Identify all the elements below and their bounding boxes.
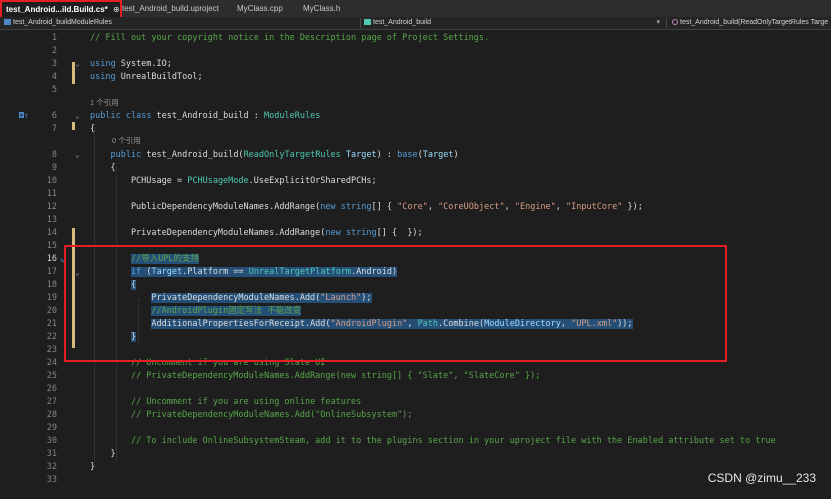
line-number: 9 xyxy=(51,163,57,173)
line-number: 6 xyxy=(51,111,57,121)
line-number: 7 xyxy=(51,124,57,134)
line-number: 10 xyxy=(46,176,57,186)
code-line[interactable]: 3 using System.IO; xyxy=(0,58,831,71)
code-line[interactable]: 11 xyxy=(0,188,831,201)
watermark: CSDN @zimu__233 xyxy=(707,471,816,485)
code-line[interactable]: 5 xyxy=(0,84,831,97)
file-dropdown-label: test_Android_buildModuleRules xyxy=(13,19,112,26)
code-line[interactable]: 8 public test_Android_build(ReadOnlyTarg… xyxy=(0,149,831,162)
codelens-references[interactable]: 1 个引用 xyxy=(90,96,119,109)
code-line[interactable]: 27 // Uncomment if you are using online … xyxy=(0,396,831,409)
line-number: 26 xyxy=(46,384,57,394)
line-number: 18 xyxy=(46,280,57,290)
line-number: 20 xyxy=(46,306,57,316)
line-number: 33 xyxy=(46,475,57,485)
code-text: PublicDependencyModuleNames.AddRange(new… xyxy=(90,202,643,212)
navigation-bar: test_Android_buildModuleRules test_Andro… xyxy=(0,17,831,30)
project-dropdown[interactable]: test_Android_build ▾ xyxy=(364,17,664,29)
code-line[interactable]: 32} xyxy=(0,461,831,474)
code-line[interactable]: 30 // To include OnlineSubsystemSteam, a… xyxy=(0,435,831,448)
code-text: // PrivateDependencyModuleNames.AddRange… xyxy=(130,371,541,381)
member-dropdown[interactable]: test_Android_build(ReadOnlyTargetRules T… xyxy=(672,17,831,29)
line-number: 11 xyxy=(46,189,57,199)
code-line[interactable]: 26 xyxy=(0,383,831,396)
code-line[interactable]: 13 xyxy=(0,214,831,227)
project-dropdown-label: test_Android_build xyxy=(373,19,431,26)
code-text: // PrivateDependencyModuleNames.Add("Onl… xyxy=(130,410,413,420)
line-number: 13 xyxy=(46,215,57,225)
tab-myclass-h[interactable]: MyClass.h xyxy=(303,0,363,17)
code-line[interactable]: 7{ xyxy=(0,123,831,136)
code-line[interactable]: 10 PCHUsage = PCHUsageMode.UseExplicitOr… xyxy=(0,175,831,188)
code-line[interactable]: 1 // Fill out your copyright notice in th… xyxy=(0,32,831,45)
code-highlight-box xyxy=(64,245,727,362)
tab-strip: test_Android...ild.Build.cs* ⊕ ✕ test_An… xyxy=(0,0,831,29)
line-number: 23 xyxy=(46,345,57,355)
tab-uproject[interactable]: test_Android_build.uproject xyxy=(122,0,227,17)
code-text: // Uncomment if you are using online fea… xyxy=(130,397,362,407)
code-text: { xyxy=(90,124,96,134)
code-text: public test_Android_build(ReadOnlyTarget… xyxy=(110,150,459,160)
line-number: 15 xyxy=(46,241,57,251)
line-number: 32 xyxy=(46,462,57,472)
line-number: 21 xyxy=(46,319,57,329)
class-icon xyxy=(364,19,371,25)
line-number: 17 xyxy=(46,267,57,277)
code-line[interactable]: 31 } xyxy=(0,448,831,461)
tab-myclass-cpp-label: MyClass.cpp xyxy=(237,4,283,13)
code-line[interactable]: 9 { xyxy=(0,162,831,175)
code-text: } xyxy=(90,449,116,459)
line-number: 29 xyxy=(46,423,57,433)
line-number: 22 xyxy=(46,332,57,342)
file-dropdown[interactable]: test_Android_buildModuleRules xyxy=(4,17,120,29)
line-number: 28 xyxy=(46,410,57,420)
csharp-file-icon xyxy=(4,19,11,25)
code-editor[interactable]: ◘↑ ✎ ⌄ ⌄ ⌄ ⌄ 1 个引用 0 个引用 1// Fill out yo… xyxy=(0,30,831,499)
line-number: 1 xyxy=(51,33,57,43)
line-number: 24 xyxy=(46,358,57,368)
code-text: PCHUsage = PCHUsageMode.UseExplicitOrSha… xyxy=(90,176,377,186)
line-number: 5 xyxy=(51,85,57,95)
code-text: } xyxy=(90,462,96,472)
tab-uproject-label: test_Android_build.uproject xyxy=(122,4,219,13)
line-number: 2 xyxy=(51,46,57,56)
line-number: 19 xyxy=(46,293,57,303)
line-number: 8 xyxy=(51,150,57,160)
code-line[interactable]: 4 using UnrealBuildTool; xyxy=(0,71,831,84)
line-number: 14 xyxy=(46,228,57,238)
member-dropdown-label: test_Android_build(ReadOnlyTargetRules T… xyxy=(680,19,829,26)
line-number: 12 xyxy=(46,202,57,212)
tab-myclass-cpp[interactable]: MyClass.cpp xyxy=(237,0,297,17)
tab-myclass-h-label: MyClass.h xyxy=(303,4,341,13)
chevron-down-icon: ▾ xyxy=(656,19,660,26)
code-line[interactable]: 28 // PrivateDependencyModuleNames.Add("… xyxy=(0,409,831,422)
code-text: using System.IO; xyxy=(90,59,172,69)
line-number: 25 xyxy=(46,371,57,381)
line-number: 4 xyxy=(51,72,57,82)
code-text: public class test_Android_build : Module… xyxy=(90,111,321,121)
nav-separator xyxy=(360,18,361,28)
line-number: 16 xyxy=(46,254,57,264)
code-line[interactable]: 14 PrivateDependencyModuleNames.AddRange… xyxy=(0,227,831,240)
code-line[interactable]: 29 xyxy=(0,422,831,435)
nav-separator xyxy=(666,18,667,28)
method-icon xyxy=(672,19,678,25)
code-line[interactable]: 2 xyxy=(0,45,831,58)
code-text: { xyxy=(90,163,116,173)
code-line[interactable]: 33 xyxy=(0,474,831,487)
line-number: 3 xyxy=(51,59,57,69)
line-number: 30 xyxy=(46,436,57,446)
line-number: 31 xyxy=(46,449,57,459)
code-text: // To include OnlineSubsystemSteam, add … xyxy=(130,436,776,446)
code-line[interactable]: 12 PublicDependencyModuleNames.AddRange(… xyxy=(0,201,831,214)
line-number: 27 xyxy=(46,397,57,407)
code-line[interactable]: 6 public class test_Android_build : Modul… xyxy=(0,110,831,123)
code-text: using UnrealBuildTool; xyxy=(90,72,203,82)
code-line[interactable]: 25 // PrivateDependencyModuleNames.AddRa… xyxy=(0,370,831,383)
code-text: PrivateDependencyModuleNames.AddRange(ne… xyxy=(90,228,423,238)
code-text: // Fill out your copyright notice in the… xyxy=(90,33,490,43)
